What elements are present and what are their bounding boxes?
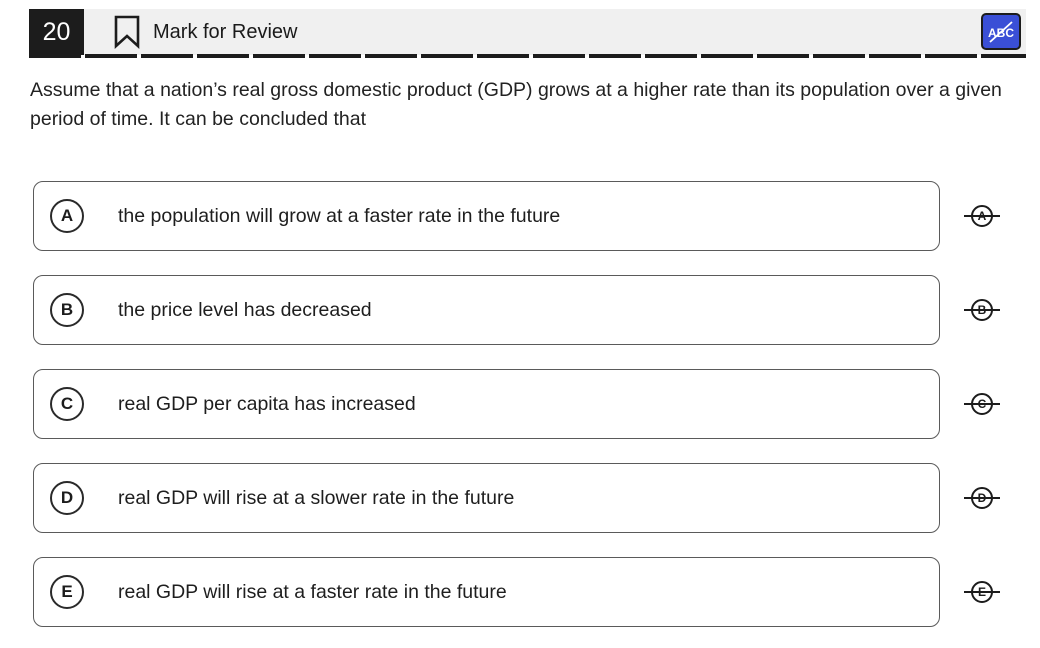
answer-choice-c[interactable]: C real GDP per capita has increased — [33, 369, 940, 439]
mark-for-review-label: Mark for Review — [153, 20, 298, 43]
answer-eliminator-toggle[interactable]: ABC — [981, 13, 1021, 50]
choice-text-d: real GDP will rise at a slower rate in t… — [118, 487, 515, 509]
choice-letter-b: B — [50, 293, 84, 327]
header-divider — [29, 54, 1026, 58]
strikethrough-icon — [964, 215, 1000, 217]
eliminate-choice-c-button[interactable]: C — [962, 389, 1002, 419]
mark-for-review-button[interactable]: Mark for Review — [113, 15, 297, 49]
strikethrough-icon — [964, 309, 1000, 311]
strikethrough-icon — [964, 591, 1000, 593]
answer-choice-e[interactable]: E real GDP will rise at a faster rate in… — [33, 557, 940, 627]
eliminate-choice-b-button[interactable]: B — [962, 295, 1002, 325]
bookmark-icon — [114, 15, 140, 49]
choice-text-c: real GDP per capita has increased — [118, 393, 416, 415]
choice-letter-c: C — [50, 387, 84, 421]
answer-choice-a[interactable]: A the population will grow at a faster r… — [33, 181, 940, 251]
eliminate-choice-d-button[interactable]: D — [962, 483, 1002, 513]
choice-text-b: the price level has decreased — [118, 299, 372, 321]
eliminate-choice-a-button[interactable]: A — [962, 201, 1002, 231]
question-header: 20 Mark for Review ABC — [29, 9, 1026, 55]
eliminate-choice-e-button[interactable]: E — [962, 577, 1002, 607]
strikethrough-icon — [964, 497, 1000, 499]
choice-letter-a: A — [50, 199, 84, 233]
choice-letter-d: D — [50, 481, 84, 515]
question-number: 20 — [29, 9, 84, 55]
answer-choice-b[interactable]: B the price level has decreased — [33, 275, 940, 345]
abc-strikethrough-icon: ABC — [988, 20, 1014, 43]
choice-text-a: the population will grow at a faster rat… — [118, 205, 561, 227]
question-stem: Assume that a nation’s real gross domest… — [30, 79, 1002, 130]
answer-choice-d[interactable]: D real GDP will rise at a slower rate in… — [33, 463, 940, 533]
choice-text-e: real GDP will rise at a faster rate in t… — [118, 581, 507, 603]
choice-letter-e: E — [50, 575, 84, 609]
strikethrough-icon — [964, 403, 1000, 405]
